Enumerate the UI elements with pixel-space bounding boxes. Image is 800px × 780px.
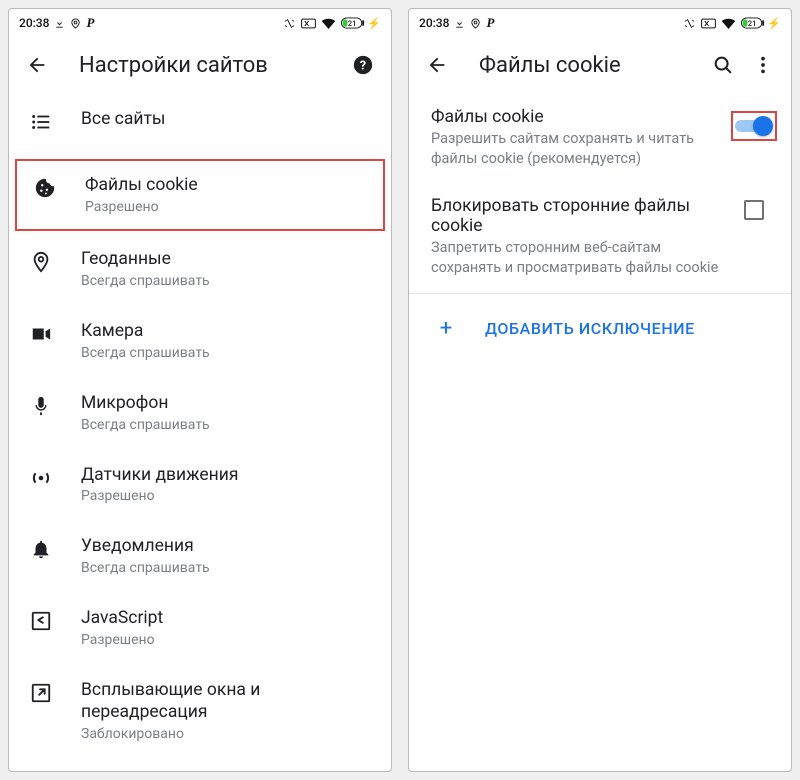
- item-subtitle: Разрешено: [85, 199, 373, 215]
- item-subtitle: Всегда спрашивать: [81, 560, 377, 576]
- no-sim-icon: [701, 18, 716, 29]
- item-all-sites[interactable]: Все сайты: [9, 93, 391, 157]
- row-subtitle: Разрешить сайтам сохранять и читать файл…: [431, 129, 719, 168]
- item-title: Уведомления: [81, 536, 377, 558]
- p-icon: P: [486, 15, 494, 31]
- cookies-toggle-row[interactable]: Файлы cookie Разрешить сайтам сохранять …: [409, 93, 791, 182]
- phone-right: 20:38 P 21 ⚡ Файлы cookie Файлы co: [408, 8, 792, 772]
- item-motion-sensors[interactable]: Датчики движения Разрешено: [9, 449, 391, 521]
- back-button[interactable]: [417, 45, 457, 85]
- list-icon: [30, 111, 52, 133]
- cookie-icon: [34, 177, 56, 199]
- settings-list: Все сайты Файлы cookie Разрешено Геоданн…: [9, 93, 391, 758]
- item-title: JavaScript: [81, 608, 377, 630]
- row-title: Файлы cookie: [431, 107, 719, 127]
- status-bar: 20:38 P 21 ⚡: [9, 9, 391, 37]
- item-title: Файлы cookie: [85, 175, 373, 197]
- item-subtitle: Всегда спрашивать: [81, 273, 377, 289]
- motion-icon: [30, 467, 52, 489]
- item-title: Геоданные: [81, 249, 377, 271]
- location-icon: [30, 251, 52, 273]
- item-popups[interactable]: Всплывающие окна и переадресация Заблоки…: [9, 664, 391, 758]
- item-subtitle: Заблокировано: [81, 726, 377, 742]
- overflow-menu-button[interactable]: [743, 45, 783, 85]
- battery-indicator: 21 ⚡: [341, 17, 381, 30]
- item-title: Все сайты: [81, 109, 377, 131]
- help-button[interactable]: ?: [343, 45, 383, 85]
- block-third-party-row[interactable]: Блокировать сторонние файлы cookie Запре…: [409, 182, 791, 291]
- help-icon: ?: [352, 54, 374, 76]
- wifi-icon: [321, 18, 336, 29]
- item-title: Камера: [81, 321, 377, 343]
- svg-text:?: ?: [360, 59, 366, 74]
- location-status-icon: [470, 18, 481, 29]
- add-exception-label: ДОБАВИТЬ ИСКЛЮЧЕНИЕ: [485, 319, 695, 338]
- download-icon: [454, 18, 465, 29]
- app-header-right: Файлы cookie: [409, 37, 791, 93]
- page-title: Настройки сайтов: [79, 53, 343, 78]
- item-cookies[interactable]: Файлы cookie Разрешено: [15, 159, 385, 231]
- vibrate-icon: [283, 17, 296, 30]
- app-header-left: Настройки сайтов ?: [9, 37, 391, 93]
- search-button[interactable]: [703, 45, 743, 85]
- item-title: Микрофон: [81, 393, 377, 415]
- item-subtitle: Разрешено: [81, 632, 377, 648]
- p-icon: P: [86, 15, 94, 31]
- svg-text:21: 21: [748, 19, 756, 28]
- phone-left: 20:38 P 21 ⚡ Настройки сайтов ?: [8, 8, 392, 772]
- item-title: Датчики движения: [81, 465, 377, 487]
- popup-icon: [30, 682, 52, 704]
- item-camera[interactable]: Камера Всегда спрашивать: [9, 305, 391, 377]
- page-title: Файлы cookie: [479, 53, 703, 78]
- back-arrow-icon: [26, 54, 48, 76]
- item-location[interactable]: Геоданные Всегда спрашивать: [9, 233, 391, 305]
- item-microphone[interactable]: Микрофон Всегда спрашивать: [9, 377, 391, 449]
- js-icon: [30, 610, 52, 632]
- plus-icon: +: [433, 316, 459, 341]
- location-status-icon: [70, 18, 81, 29]
- battery-indicator: 21 ⚡: [741, 17, 781, 30]
- search-icon: [712, 54, 734, 76]
- mic-icon: [30, 395, 52, 417]
- cookies-toggle[interactable]: [735, 115, 773, 137]
- status-time: 20:38: [19, 16, 49, 30]
- back-arrow-icon: [426, 54, 448, 76]
- toggle-highlight: [731, 111, 777, 141]
- item-subtitle: Всегда спрашивать: [81, 417, 377, 433]
- item-javascript[interactable]: JavaScript Разрешено: [9, 592, 391, 664]
- vibrate-icon: [683, 17, 696, 30]
- divider: [409, 293, 791, 294]
- status-bar: 20:38 P 21 ⚡: [409, 9, 791, 37]
- item-notifications[interactable]: Уведомления Всегда спрашивать: [9, 520, 391, 592]
- add-exception-button[interactable]: + ДОБАВИТЬ ИСКЛЮЧЕНИЕ: [409, 300, 791, 357]
- more-vert-icon: [752, 54, 774, 76]
- row-subtitle: Запретить сторонним веб-сайтам сохранять…: [431, 238, 719, 277]
- back-button[interactable]: [17, 45, 57, 85]
- no-sim-icon: [301, 18, 316, 29]
- row-title: Блокировать сторонние файлы cookie: [431, 196, 719, 236]
- item-title: Всплывающие окна и переадресация: [81, 680, 377, 724]
- download-icon: [54, 18, 65, 29]
- svg-text:21: 21: [348, 19, 356, 28]
- camera-icon: [30, 323, 52, 345]
- item-subtitle: Разрешено: [81, 488, 377, 504]
- item-subtitle: Всегда спрашивать: [81, 345, 377, 361]
- status-time: 20:38: [419, 16, 449, 30]
- block-third-party-checkbox[interactable]: [744, 200, 764, 220]
- bell-icon: [30, 538, 52, 560]
- wifi-icon: [721, 18, 736, 29]
